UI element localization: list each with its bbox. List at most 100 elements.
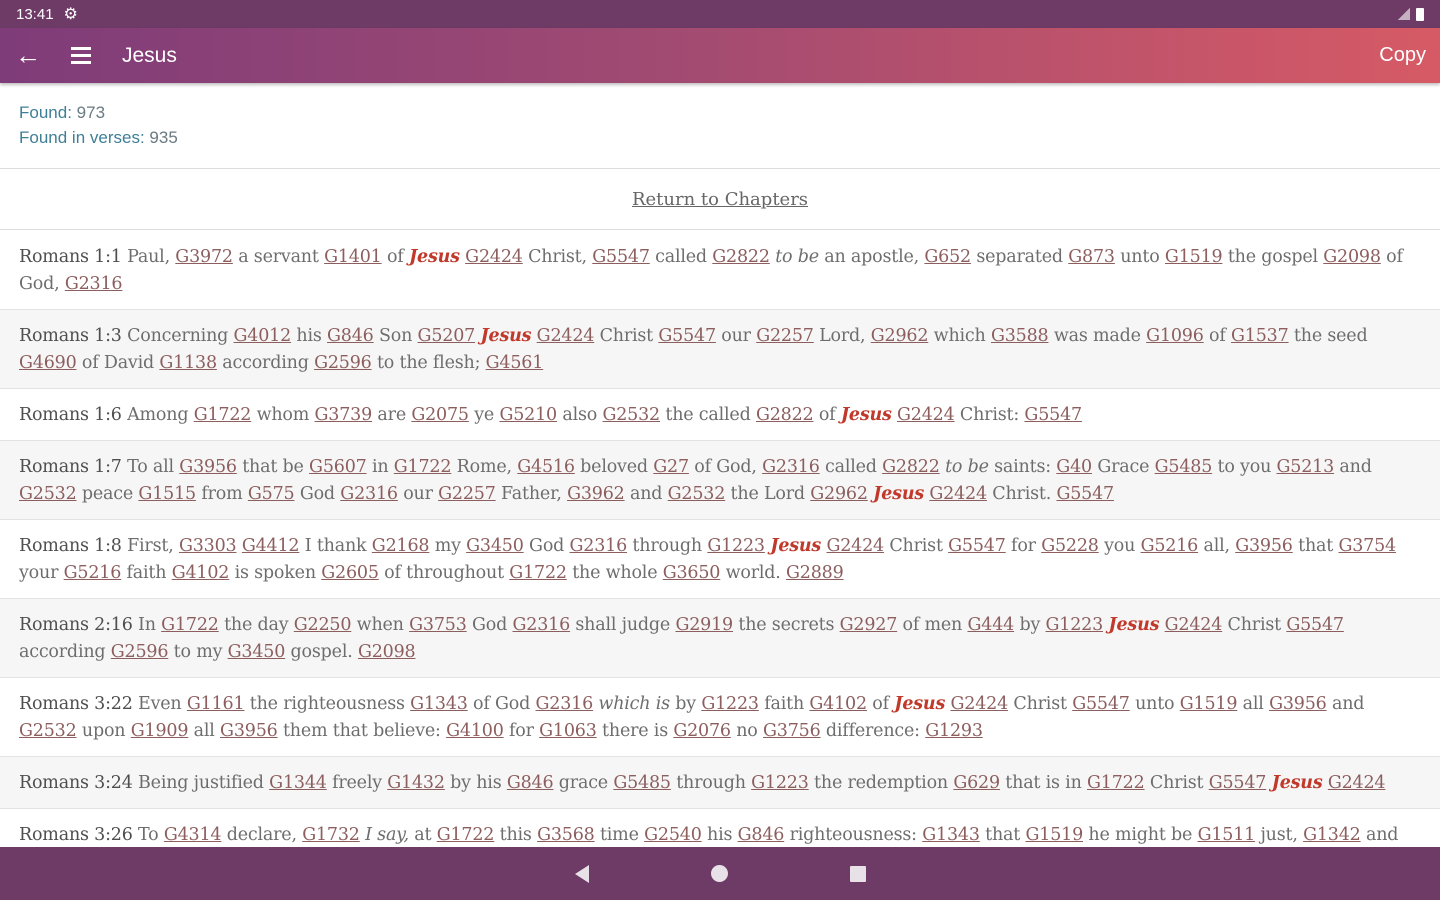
strongs-number-link[interactable]: G4690	[19, 353, 77, 373]
strongs-number-link[interactable]: G3956	[179, 457, 237, 477]
strongs-number-link[interactable]: G652	[924, 247, 971, 267]
strongs-number-link[interactable]: G5547	[1024, 405, 1082, 425]
strongs-number-link[interactable]: G1344	[269, 773, 327, 793]
strongs-number-link[interactable]: G3972	[175, 247, 233, 267]
strongs-number-link[interactable]: G1722	[194, 405, 252, 425]
strongs-number-link[interactable]: G4102	[172, 563, 230, 583]
strongs-number-link[interactable]: G1909	[131, 721, 189, 741]
strongs-number-link[interactable]: G2822	[882, 457, 940, 477]
strongs-number-link[interactable]: G2257	[756, 326, 814, 346]
strongs-number-link[interactable]: G2822	[712, 247, 770, 267]
strongs-number-link[interactable]: G5207	[418, 326, 476, 346]
strongs-number-link[interactable]: G1401	[324, 247, 382, 267]
strongs-number-link[interactable]: G2540	[644, 825, 702, 845]
strongs-number-link[interactable]: G3956	[1269, 694, 1327, 714]
strongs-number-link[interactable]: G1722	[509, 563, 567, 583]
strongs-number-link[interactable]: G2962	[810, 484, 868, 504]
strongs-number-link[interactable]: G4516	[517, 457, 575, 477]
strongs-number-link[interactable]: G2889	[786, 563, 844, 583]
strongs-number-link[interactable]: G2424	[950, 694, 1008, 714]
strongs-number-link[interactable]: G4102	[809, 694, 867, 714]
strongs-number-link[interactable]: G3962	[567, 484, 625, 504]
strongs-number-link[interactable]: G3450	[466, 536, 524, 556]
strongs-number-link[interactable]: G3588	[991, 326, 1049, 346]
strongs-number-link[interactable]: G4100	[446, 721, 504, 741]
strongs-number-link[interactable]: G1342	[1303, 825, 1361, 845]
strongs-number-link[interactable]: G1293	[925, 721, 983, 741]
strongs-number-link[interactable]: G5547	[948, 536, 1006, 556]
strongs-number-link[interactable]: G2316	[65, 274, 123, 294]
strongs-number-link[interactable]: G4412	[242, 536, 300, 556]
strongs-number-link[interactable]: G1343	[922, 825, 980, 845]
copy-button[interactable]: Copy	[1379, 44, 1426, 67]
strongs-number-link[interactable]: G3753	[409, 615, 467, 635]
strongs-number-link[interactable]: G5213	[1277, 457, 1335, 477]
strongs-number-link[interactable]: G5210	[499, 405, 557, 425]
strongs-number-link[interactable]: G1519	[1180, 694, 1238, 714]
strongs-number-link[interactable]: G629	[953, 773, 1000, 793]
strongs-number-link[interactable]: G1432	[387, 773, 445, 793]
strongs-number-link[interactable]: G2424	[465, 247, 523, 267]
strongs-number-link[interactable]: G2257	[438, 484, 496, 504]
strongs-number-link[interactable]: G2532	[19, 721, 77, 741]
strongs-number-link[interactable]: G2316	[762, 457, 820, 477]
strongs-number-link[interactable]: G5547	[592, 247, 650, 267]
strongs-number-link[interactable]: G575	[248, 484, 295, 504]
strongs-number-link[interactable]: G1096	[1146, 326, 1204, 346]
strongs-number-link[interactable]: G1063	[539, 721, 597, 741]
nav-back-icon[interactable]	[574, 864, 589, 883]
strongs-number-link[interactable]: G5216	[64, 563, 122, 583]
strongs-number-link[interactable]: G2532	[668, 484, 726, 504]
strongs-number-link[interactable]: G2532	[602, 405, 660, 425]
strongs-number-link[interactable]: G2076	[673, 721, 731, 741]
strongs-number-link[interactable]: G2098	[1323, 247, 1381, 267]
strongs-number-link[interactable]: G40	[1056, 457, 1092, 477]
return-to-chapters-link[interactable]: Return to Chapters	[632, 189, 808, 210]
strongs-number-link[interactable]: G444	[967, 615, 1014, 635]
strongs-number-link[interactable]: G1343	[410, 694, 468, 714]
strongs-number-link[interactable]: G1138	[159, 353, 217, 373]
strongs-number-link[interactable]: G1519	[1025, 825, 1083, 845]
strongs-number-link[interactable]: G1223	[707, 536, 765, 556]
strongs-number-link[interactable]: G2168	[372, 536, 430, 556]
strongs-number-link[interactable]: G5485	[1155, 457, 1213, 477]
strongs-number-link[interactable]: G1223	[701, 694, 759, 714]
strongs-number-link[interactable]: G1223	[1046, 615, 1104, 635]
strongs-number-link[interactable]: G3739	[315, 405, 373, 425]
strongs-number-link[interactable]: G2822	[756, 405, 814, 425]
strongs-number-link[interactable]: G3450	[228, 642, 286, 662]
strongs-number-link[interactable]: G1537	[1231, 326, 1289, 346]
strongs-number-link[interactable]: G2927	[840, 615, 898, 635]
strongs-number-link[interactable]: G2919	[675, 615, 733, 635]
strongs-number-link[interactable]: G2605	[321, 563, 379, 583]
strongs-number-link[interactable]: G2424	[1328, 773, 1386, 793]
strongs-number-link[interactable]: G2424	[1165, 615, 1223, 635]
strongs-number-link[interactable]: G4314	[164, 825, 222, 845]
strongs-number-link[interactable]: G2596	[111, 642, 169, 662]
strongs-number-link[interactable]: G2316	[513, 615, 571, 635]
strongs-number-link[interactable]: G3303	[179, 536, 237, 556]
strongs-number-link[interactable]: G1722	[437, 825, 495, 845]
strongs-number-link[interactable]: G2532	[19, 484, 77, 504]
strongs-number-link[interactable]: G5547	[658, 326, 716, 346]
strongs-number-link[interactable]: G873	[1068, 247, 1115, 267]
strongs-number-link[interactable]: G2424	[537, 326, 595, 346]
strongs-number-link[interactable]: G5547	[1072, 694, 1130, 714]
strongs-number-link[interactable]: G2424	[897, 405, 955, 425]
strongs-number-link[interactable]: G5607	[309, 457, 367, 477]
strongs-number-link[interactable]: G1732	[302, 825, 360, 845]
strongs-number-link[interactable]: G1722	[1087, 773, 1145, 793]
strongs-number-link[interactable]: G2596	[314, 353, 372, 373]
strongs-number-link[interactable]: G2250	[294, 615, 352, 635]
strongs-number-link[interactable]: G3756	[763, 721, 821, 741]
strongs-number-link[interactable]: G4561	[486, 353, 544, 373]
strongs-number-link[interactable]: G1511	[1198, 825, 1256, 845]
strongs-number-link[interactable]: G1515	[138, 484, 196, 504]
strongs-number-link[interactable]: G2316	[570, 536, 628, 556]
strongs-number-link[interactable]: G1223	[751, 773, 809, 793]
strongs-number-link[interactable]: G846	[507, 773, 554, 793]
strongs-number-link[interactable]: G1722	[161, 615, 219, 635]
strongs-number-link[interactable]: G3650	[663, 563, 721, 583]
strongs-number-link[interactable]: G3956	[220, 721, 278, 741]
strongs-number-link[interactable]: G5216	[1141, 536, 1199, 556]
